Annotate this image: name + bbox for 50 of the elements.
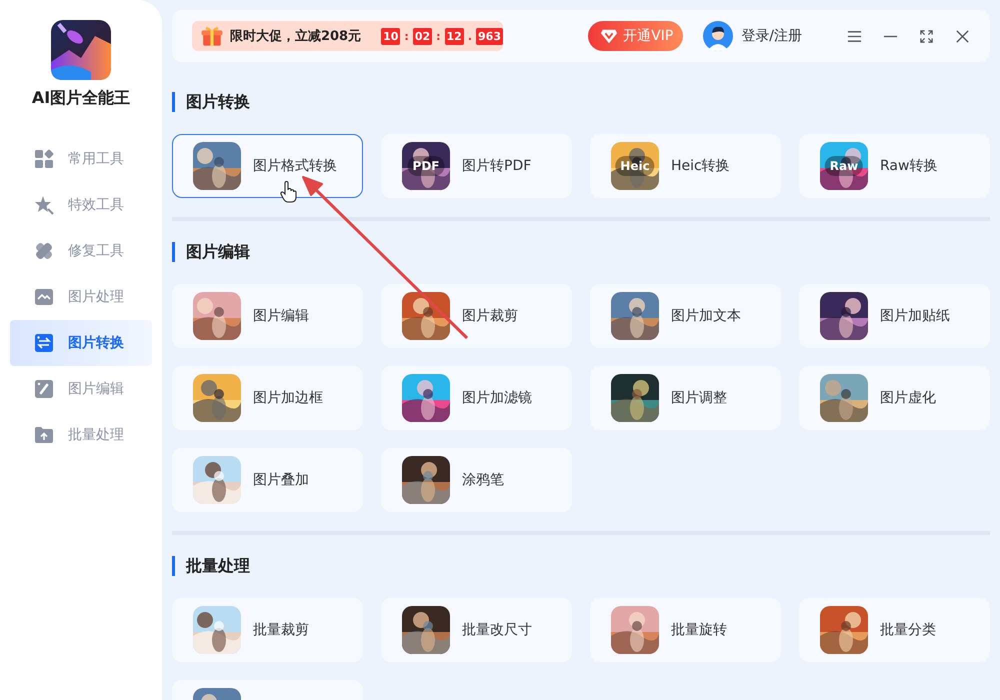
app-name: AI图片全能王 — [32, 88, 130, 109]
pencil-icon — [34, 379, 54, 399]
tool-card[interactable]: PDF 图片转PDF — [381, 134, 572, 198]
tool-card[interactable]: 图片加滤镜 — [381, 366, 572, 430]
section-title: 图片转换 — [172, 92, 990, 112]
tool-card[interactable]: 图片虚化 — [799, 366, 990, 430]
swap-arrows-icon — [34, 333, 54, 353]
countdown-separator: . — [466, 30, 474, 42]
grid-icon — [34, 149, 54, 169]
tool-card[interactable]: Raw Raw转换 — [799, 134, 990, 198]
format-badge: Heic — [615, 156, 655, 176]
tool-card[interactable]: 图片叠加 — [172, 448, 363, 512]
user-avatar-icon[interactable] — [703, 21, 734, 51]
format-badge: Raw — [824, 156, 864, 176]
section-title: 批量处理 — [172, 556, 990, 576]
login-link[interactable]: 登录/注册 — [741, 27, 802, 45]
sidebar-item[interactable]: 图片转换 — [10, 320, 152, 366]
countdown-separator: : — [435, 30, 442, 42]
tool-card[interactable]: 批量旋转 — [590, 598, 781, 662]
format-badge: PDF — [408, 156, 444, 176]
tool-card[interactable]: 图片调整 — [590, 366, 781, 430]
star-wand-icon — [34, 195, 54, 215]
promo-banner[interactable]: 限时大促，立减208元 10 : 02 : 12 . 963 — [192, 21, 503, 51]
upload-folder-icon — [34, 425, 54, 445]
app-logo-icon — [51, 20, 111, 80]
countdown-digits: 10 — [381, 28, 400, 44]
bandage-icon — [34, 241, 54, 261]
tool-card[interactable]: 图片裁剪 — [381, 284, 572, 348]
tool-card[interactable]: 批量分类 — [799, 598, 990, 662]
tool-card[interactable]: 图片加贴纸 — [799, 284, 990, 348]
diamond-v-icon — [600, 27, 618, 45]
tool-card[interactable]: Heic Heic转换 — [590, 134, 781, 198]
tool-card[interactable]: 图片格式转换 — [172, 134, 363, 198]
tool-card[interactable]: 涂鸦笔 — [381, 448, 572, 512]
promo-text: 限时大促，立减208元 — [230, 28, 362, 45]
tool-card[interactable]: 图片加文本 — [590, 284, 781, 348]
tool-card[interactable]: 批量裁剪 — [172, 598, 363, 662]
hand-cursor-icon — [280, 181, 298, 203]
tool-card[interactable]: 图片加边框 — [172, 366, 363, 430]
tool-card[interactable]: 图片编辑 — [172, 284, 363, 348]
countdown-separator: : — [403, 30, 410, 42]
fullscreen-icon[interactable] — [919, 28, 934, 44]
countdown-digits: 02 — [412, 28, 432, 44]
tool-card[interactable]: 批量改尺寸 — [381, 598, 572, 662]
countdown-digits: 12 — [444, 28, 464, 44]
close-icon[interactable] — [955, 28, 970, 44]
section-title: 图片编辑 — [172, 242, 990, 262]
menu-icon[interactable] — [847, 28, 862, 44]
countdown-digits: 963 — [476, 28, 503, 44]
image-icon — [34, 287, 54, 307]
